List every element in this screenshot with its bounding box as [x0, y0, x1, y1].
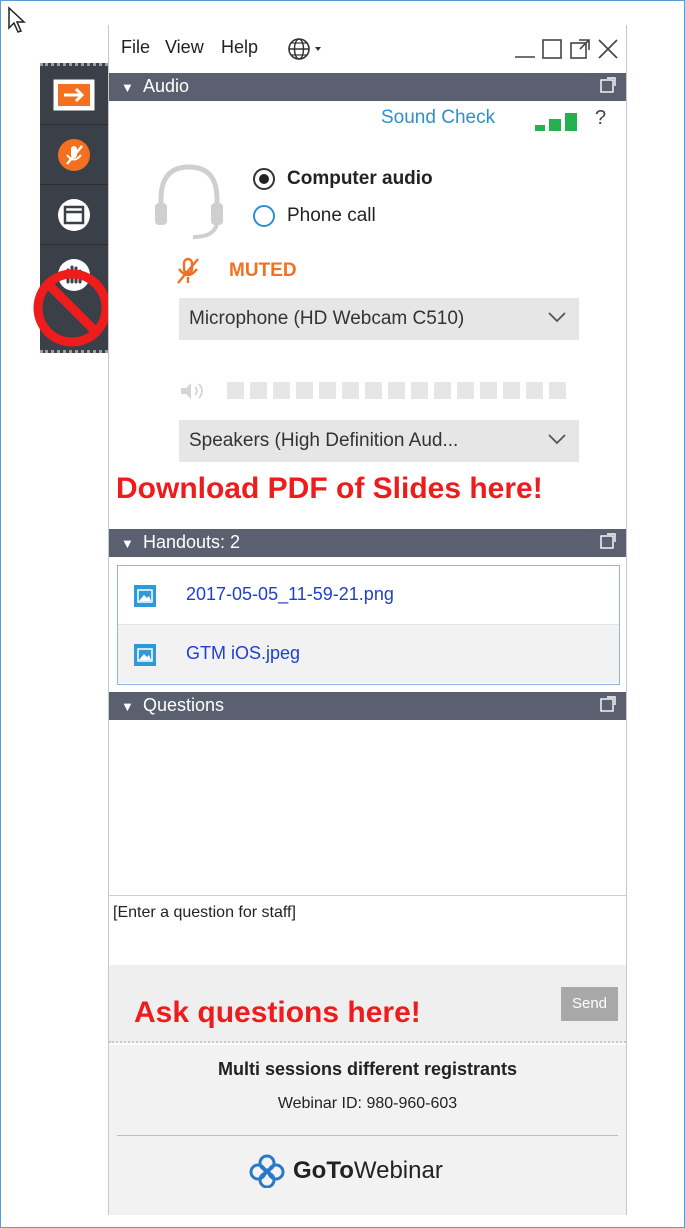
handouts-section-header[interactable]: ▼ Handouts: 2 [109, 529, 626, 557]
prohibited-sign-icon [33, 269, 111, 347]
questions-section-title: Questions [143, 695, 225, 715]
audio-section-header[interactable]: ▼ Audio [109, 73, 626, 101]
brand-bold: GoTo [293, 1157, 354, 1184]
question-input-placeholder: [Enter a question for staff] [113, 904, 296, 921]
unmute-button[interactable] [40, 126, 108, 185]
footer-divider [117, 1135, 618, 1136]
menu-file[interactable]: File [121, 37, 150, 58]
globe-icon [288, 38, 321, 60]
send-button[interactable]: Send [561, 987, 618, 1021]
muted-microphone-icon [58, 139, 90, 171]
screen-icon [58, 199, 90, 231]
speakers-select[interactable]: Speakers (High Definition Aud... [179, 420, 579, 462]
phone-call-radio[interactable] [253, 205, 275, 227]
gotowebinar-flower-icon [249, 1154, 285, 1188]
handout-filename[interactable]: 2017-05-05_11-59-21.png [186, 584, 394, 605]
popout-section-icon[interactable] [600, 77, 616, 93]
sound-check-link[interactable]: Sound Check [381, 107, 495, 129]
headset-icon [155, 164, 223, 239]
collapse-triangle-icon: ▼ [121, 699, 134, 714]
image-file-icon [134, 585, 156, 607]
speakers-select-value: Speakers (High Definition Aud... [189, 430, 459, 451]
computer-audio-label[interactable]: Computer audio [287, 168, 433, 190]
control-panel: File View Help ▼ Audio Sound Check ? Com… [108, 25, 627, 1215]
close-icon [598, 39, 618, 59]
questions-section-header[interactable]: ▼ Questions [109, 692, 626, 720]
ask-questions-annotation: Ask questions here! [134, 996, 421, 1029]
handouts-section-title: Handouts: 2 [143, 532, 241, 552]
handouts-list: 2017-05-05_11-59-21.png GTM iOS.jpeg [117, 565, 620, 685]
download-annotation: Download PDF of Slides here! [116, 472, 543, 505]
menu-bar: File View Help [109, 25, 626, 73]
popout-icon [570, 39, 590, 59]
popout-section-icon[interactable] [600, 696, 616, 712]
microphone-select[interactable]: Microphone (HD Webcam C510) [179, 298, 579, 340]
microphone-select-value: Microphone (HD Webcam C510) [189, 308, 465, 329]
questions-log [109, 725, 626, 895]
collapse-triangle-icon: ▼ [121, 536, 134, 551]
collapse-triangle-icon: ▼ [121, 80, 134, 95]
audio-section-title: Audio [143, 76, 190, 96]
chevron-down-icon [548, 312, 566, 323]
speaker-volume-icon [181, 383, 203, 399]
window-controls [515, 39, 618, 59]
gotowebinar-logo: GoToWebinar [249, 1153, 443, 1189]
handout-filename[interactable]: GTM iOS.jpeg [186, 643, 300, 664]
popout-section-icon[interactable] [600, 533, 616, 549]
menu-view[interactable]: View [165, 37, 204, 58]
arrow-right-icon [53, 79, 95, 111]
question-input[interactable]: [Enter a question for staff] [109, 895, 626, 967]
screen-viewer-button[interactable] [40, 186, 108, 245]
computer-audio-radio[interactable] [253, 168, 275, 190]
maximize-icon [542, 39, 562, 59]
brand-rest: Webinar [353, 1157, 443, 1184]
session-title: Multi sessions different registrants [217, 1059, 518, 1079]
handout-item[interactable]: 2017-05-05_11-59-21.png [118, 566, 619, 624]
handout-item[interactable]: GTM iOS.jpeg [118, 624, 619, 683]
mouse-cursor-icon [8, 6, 26, 33]
speaker-level-meter [227, 382, 566, 399]
mute-status-label: MUTED [229, 260, 297, 281]
signal-strength-icon [535, 113, 577, 131]
image-file-icon [134, 644, 156, 666]
muted-mic-icon [177, 257, 199, 284]
audio-help-button[interactable]: ? [595, 107, 606, 130]
language-menu[interactable] [287, 37, 329, 66]
menu-help[interactable]: Help [221, 37, 258, 58]
webinar-id: Webinar ID: 980-960-603 [277, 1095, 458, 1112]
chevron-down-icon [548, 434, 566, 445]
phone-call-label[interactable]: Phone call [287, 205, 376, 227]
collapse-panel-button[interactable] [40, 66, 108, 125]
session-footer: Multi sessions different registrants Web… [109, 1045, 626, 1215]
